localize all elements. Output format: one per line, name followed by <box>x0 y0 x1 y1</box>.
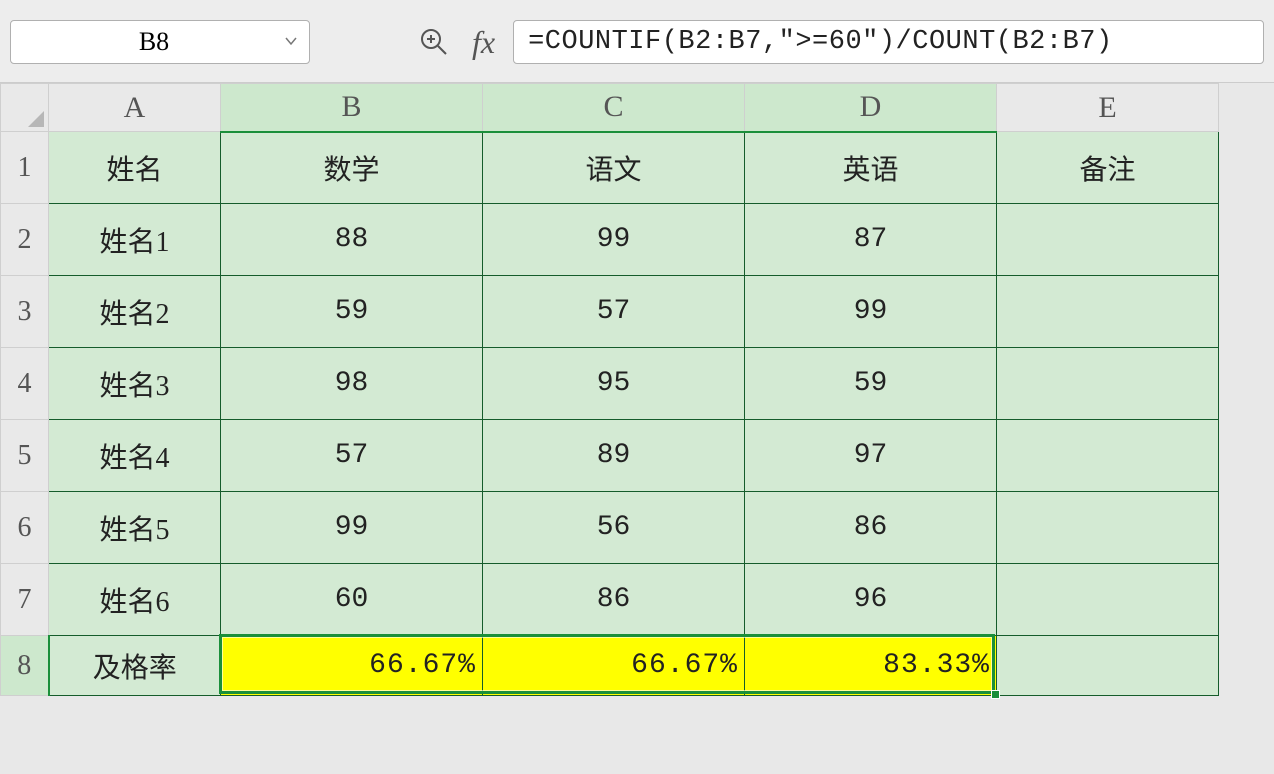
row-1: 1 姓名 数学 语文 英语 备注 <box>1 132 1219 204</box>
row-header-3[interactable]: 3 <box>1 276 49 348</box>
formula-bar: B8 fx =COUNTIF(B2:B7,">=60")/COUNT(B2:B7… <box>0 0 1274 83</box>
cell-A5[interactable]: 姓名4 <box>49 420 221 492</box>
cell-E3[interactable] <box>997 276 1219 348</box>
zoom-icon[interactable] <box>418 26 450 58</box>
row-5: 5 姓名4 57 89 97 <box>1 420 1219 492</box>
row-4: 4 姓名3 98 95 59 <box>1 348 1219 420</box>
cell-C1[interactable]: 语文 <box>483 132 745 204</box>
cell-B7[interactable]: 60 <box>221 564 483 636</box>
fx-icon[interactable]: fx <box>472 24 495 61</box>
cell-B4[interactable]: 98 <box>221 348 483 420</box>
name-box[interactable]: B8 <box>10 20 310 64</box>
cell-E6[interactable] <box>997 492 1219 564</box>
cell-B1[interactable]: 数学 <box>221 132 483 204</box>
cell-C2[interactable]: 99 <box>483 204 745 276</box>
cell-B3[interactable]: 59 <box>221 276 483 348</box>
sheet-area: A B C D E 1 姓名 数学 语文 英语 备注 2 姓名1 88 99 8… <box>0 83 1274 696</box>
cell-E5[interactable] <box>997 420 1219 492</box>
col-header-C[interactable]: C <box>483 84 745 132</box>
cell-A8[interactable]: 及格率 <box>49 636 221 696</box>
col-header-E[interactable]: E <box>997 84 1219 132</box>
cell-D3[interactable]: 99 <box>745 276 997 348</box>
row-header-2[interactable]: 2 <box>1 204 49 276</box>
cell-D7[interactable]: 96 <box>745 564 997 636</box>
cell-D2[interactable]: 87 <box>745 204 997 276</box>
row-header-8[interactable]: 8 <box>1 636 49 696</box>
col-header-B[interactable]: B <box>221 84 483 132</box>
cell-B5[interactable]: 57 <box>221 420 483 492</box>
cell-B6[interactable]: 99 <box>221 492 483 564</box>
formula-text: =COUNTIF(B2:B7,">=60")/COUNT(B2:B7) <box>528 27 1113 57</box>
cell-A6[interactable]: 姓名5 <box>49 492 221 564</box>
cell-D6[interactable]: 86 <box>745 492 997 564</box>
cell-C4[interactable]: 95 <box>483 348 745 420</box>
formula-bar-icons: fx <box>418 24 495 61</box>
row-7: 7 姓名6 60 86 96 <box>1 564 1219 636</box>
cell-D5[interactable]: 97 <box>745 420 997 492</box>
cell-E7[interactable] <box>997 564 1219 636</box>
cell-C5[interactable]: 89 <box>483 420 745 492</box>
cell-C8[interactable]: 66.67% <box>483 636 745 696</box>
formula-input[interactable]: =COUNTIF(B2:B7,">=60")/COUNT(B2:B7) <box>513 20 1264 64</box>
row-header-5[interactable]: 5 <box>1 420 49 492</box>
cell-E1[interactable]: 备注 <box>997 132 1219 204</box>
cell-B2[interactable]: 88 <box>221 204 483 276</box>
name-box-value: B8 <box>23 27 285 57</box>
row-header-1[interactable]: 1 <box>1 132 49 204</box>
cell-A7[interactable]: 姓名6 <box>49 564 221 636</box>
cell-C3[interactable]: 57 <box>483 276 745 348</box>
cell-E4[interactable] <box>997 348 1219 420</box>
cell-D1[interactable]: 英语 <box>745 132 997 204</box>
cell-A4[interactable]: 姓名3 <box>49 348 221 420</box>
column-header-row: A B C D E <box>1 84 1219 132</box>
cell-E8[interactable] <box>997 636 1219 696</box>
cell-B8[interactable]: 66.67% <box>221 636 483 696</box>
cell-C7[interactable]: 86 <box>483 564 745 636</box>
row-2: 2 姓名1 88 99 87 <box>1 204 1219 276</box>
row-3: 3 姓名2 59 57 99 <box>1 276 1219 348</box>
row-header-6[interactable]: 6 <box>1 492 49 564</box>
cell-D4[interactable]: 59 <box>745 348 997 420</box>
cell-D8[interactable]: 83.33% <box>745 636 997 696</box>
col-header-D[interactable]: D <box>745 84 997 132</box>
row-6: 6 姓名5 99 56 86 <box>1 492 1219 564</box>
cell-A2[interactable]: 姓名1 <box>49 204 221 276</box>
row-8: 8 及格率 66.67% 66.67% 83.33% <box>1 636 1219 696</box>
select-all-corner[interactable] <box>1 84 49 132</box>
cell-A1[interactable]: 姓名 <box>49 132 221 204</box>
cell-A3[interactable]: 姓名2 <box>49 276 221 348</box>
cell-E2[interactable] <box>997 204 1219 276</box>
fill-handle[interactable] <box>991 690 1000 699</box>
chevron-down-icon[interactable] <box>285 34 297 50</box>
row-header-7[interactable]: 7 <box>1 564 49 636</box>
grid[interactable]: A B C D E 1 姓名 数学 语文 英语 备注 2 姓名1 88 99 8… <box>0 83 1219 696</box>
cell-C6[interactable]: 56 <box>483 492 745 564</box>
col-header-A[interactable]: A <box>49 84 221 132</box>
row-header-4[interactable]: 4 <box>1 348 49 420</box>
